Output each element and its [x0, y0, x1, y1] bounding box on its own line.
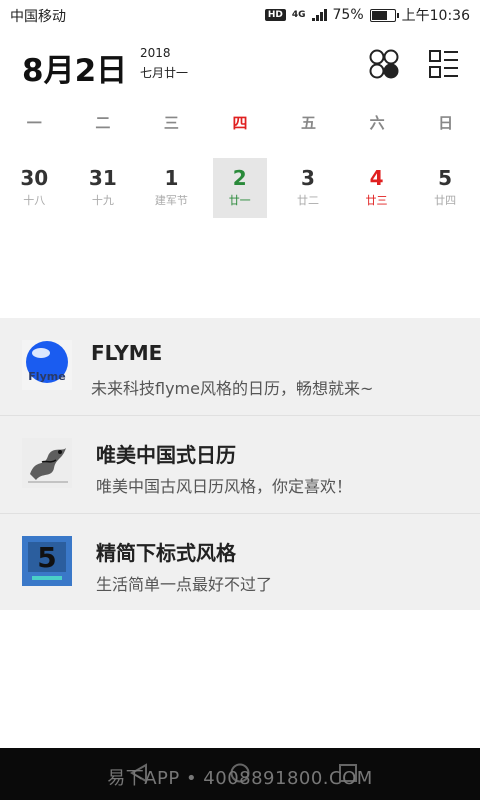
week-days-row: 30 十八 31 十九 1 建军节 2 廿一 3 廿二 4 廿三 5 廿四	[0, 158, 480, 218]
day-number: 2	[232, 166, 247, 190]
theme-description: 生活简单一点最好不过了	[96, 575, 273, 594]
day-cell[interactable]: 1 建军节	[137, 158, 206, 218]
day-lunar: 十八	[23, 194, 46, 207]
battery-icon	[369, 8, 399, 22]
day-number: 31	[88, 166, 117, 190]
day-lunar: 建军节	[154, 194, 188, 207]
weekday-sun: 日	[438, 114, 454, 132]
weekday-fri: 五	[301, 114, 317, 132]
carrier-name: 中国移动	[10, 9, 66, 25]
theme-title: 精简下标式风格	[96, 541, 236, 565]
weekday-sat: 六	[369, 114, 385, 132]
theme-description: 未来科技flyme风格的日历，畅想就来~	[91, 379, 374, 398]
number-five-thumbnail: 5	[22, 536, 72, 586]
weekday-tue: 二	[95, 114, 111, 132]
current-date[interactable]: 8月2日	[22, 45, 127, 90]
lunar-date: 七月廿一	[140, 66, 189, 80]
day-lunar: 廿一	[228, 194, 251, 207]
day-number: 30	[20, 166, 49, 190]
weekday-header: 一 二 三 四 五 六 日	[0, 112, 480, 138]
theme-title: 唯美中国式日历	[96, 443, 236, 467]
weekday-mon: 一	[26, 114, 42, 132]
weekday-thu: 四	[232, 114, 248, 132]
day-cell[interactable]: 30 十八	[0, 158, 69, 218]
five-thumb-label: 5	[37, 541, 56, 574]
theme-item-minimal[interactable]: 5 精简下标式风格 生活简单一点最好不过了	[0, 514, 480, 611]
list-view-icon[interactable]	[428, 48, 460, 80]
ink-dragon-thumbnail	[22, 438, 72, 488]
day-cell[interactable]: 3 廿二	[274, 158, 343, 218]
theme-grid-icon[interactable]	[368, 48, 400, 80]
clock: 上午10:36	[401, 8, 470, 24]
theme-list: Flyme FLYME 未来科技flyme风格的日历，畅想就来~ 唯美中国式日历…	[0, 318, 480, 610]
day-cell-holiday[interactable]: 4 廿三	[342, 158, 411, 218]
status-bar: 中国移动 HD 4G 75% 上午10:36	[0, 0, 480, 30]
day-number: 3	[301, 166, 315, 190]
year-label: 2018	[140, 46, 171, 60]
flyme-thumbnail: Flyme	[22, 340, 72, 390]
day-lunar: 廿四	[434, 194, 457, 207]
day-cell[interactable]: 31 十九	[69, 158, 138, 218]
theme-description: 唯美中国古风日历风格，你定喜欢！	[96, 477, 353, 496]
signal-icon	[311, 9, 327, 21]
battery-percent: 75%	[332, 7, 364, 23]
day-number: 4	[369, 166, 384, 190]
day-number: 5	[438, 166, 453, 190]
navigation-bar: 易下APP • 4008891800.COM	[0, 748, 480, 800]
network-type: 4G	[291, 9, 306, 20]
day-lunar: 廿二	[296, 194, 319, 207]
weekday-wed: 三	[163, 114, 179, 132]
day-number: 1	[164, 166, 179, 190]
day-cell[interactable]: 5 廿四	[411, 158, 480, 218]
theme-item-flyme[interactable]: Flyme FLYME 未来科技flyme风格的日历，畅想就来~	[0, 318, 480, 416]
theme-title: FLYME	[91, 341, 163, 365]
day-lunar: 十九	[91, 194, 114, 207]
theme-item-chinese[interactable]: 唯美中国式日历 唯美中国古风日历风格，你定喜欢！	[0, 416, 480, 514]
watermark-text: 易下APP • 4008891800.COM	[107, 768, 373, 789]
status-icons: HD 4G 75% 上午10:36	[264, 5, 470, 25]
flyme-thumb-label: Flyme	[28, 370, 65, 383]
hd-badge: HD	[264, 9, 286, 21]
day-cell-selected[interactable]: 2 廿一	[212, 158, 267, 218]
calendar-header: 8月2日 2018 七月廿一	[0, 30, 480, 100]
day-lunar: 廿三	[365, 194, 388, 207]
